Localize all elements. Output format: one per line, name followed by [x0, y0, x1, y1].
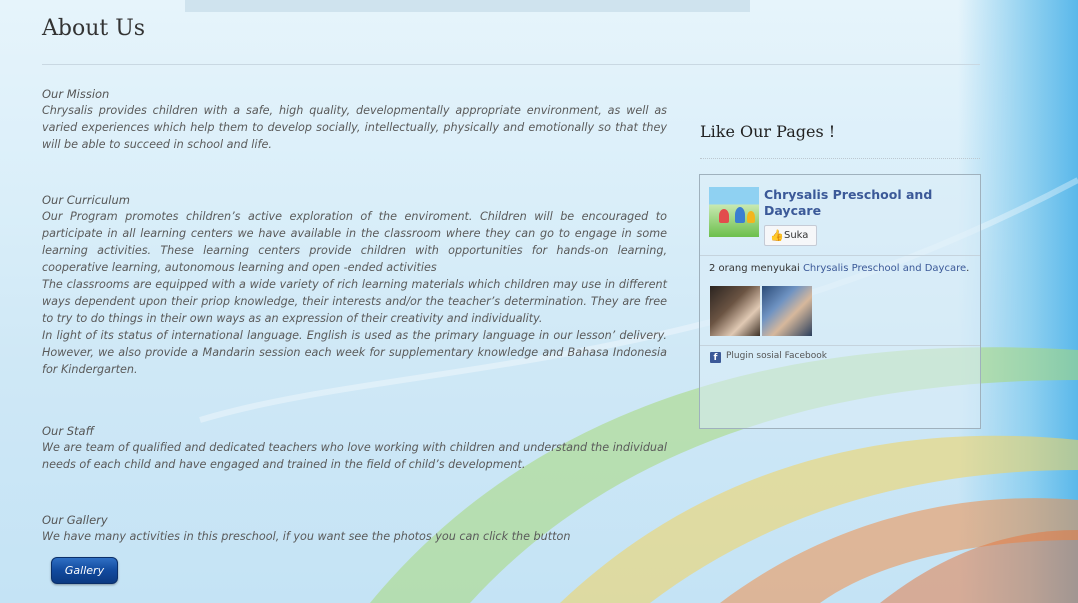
section-staff: Our Staff We are team of qualified and d…	[42, 424, 667, 473]
page-logo[interactable]	[709, 187, 759, 237]
section-body: Chrysalis provides children with a safe,…	[42, 104, 667, 151]
title-divider	[42, 64, 980, 65]
like-button-label: Suka	[784, 230, 809, 241]
section-body: Our Program promotes children’s active e…	[42, 210, 667, 274]
fan-avatar[interactable]	[762, 286, 812, 336]
thumbs-up-icon: 👍	[770, 229, 784, 242]
section-mission: Our Mission Chrysalis provides children …	[42, 87, 667, 153]
facebook-page-header: Chrysalis Preschool and Daycare 👍 Suka	[709, 187, 971, 249]
section-body-3: In light of its status of international …	[42, 329, 667, 376]
top-strip	[185, 0, 750, 12]
facebook-icon: f	[710, 352, 721, 363]
section-heading: Our Mission	[42, 87, 110, 101]
section-curriculum: Our Curriculum Our Program promotes chil…	[42, 193, 667, 378]
section-body: We have many activities in this preschoo…	[42, 530, 571, 543]
section-heading: Our Curriculum	[42, 193, 130, 207]
facebook-plugin-footer[interactable]: f Plugin sosial Facebook	[710, 351, 827, 363]
section-body-2: The classrooms are equipped with a wide …	[42, 278, 667, 325]
divider	[700, 345, 980, 346]
page-title: About Us	[42, 16, 146, 41]
section-heading: Our Gallery	[42, 513, 108, 527]
section-heading: Our Staff	[42, 424, 94, 438]
like-count-prefix: 2 orang menyukai	[709, 263, 803, 274]
like-count-page-link[interactable]: Chrysalis Preschool and Daycare	[803, 263, 966, 274]
facebook-like-box: Chrysalis Preschool and Daycare 👍 Suka 2…	[699, 174, 981, 429]
like-count-suffix: .	[966, 263, 970, 274]
section-body: We are team of qualified and dedicated t…	[42, 441, 667, 471]
sidebar-title: Like Our Pages !	[700, 122, 836, 141]
like-button[interactable]: 👍 Suka	[764, 225, 817, 246]
like-count-text: 2 orang menyukai Chrysalis Preschool and…	[709, 263, 969, 274]
divider	[700, 255, 980, 256]
plugin-label: Plugin sosial Facebook	[726, 351, 827, 361]
facebook-page-link[interactable]: Chrysalis Preschool and Daycare	[764, 187, 964, 219]
gallery-button[interactable]: Gallery	[51, 557, 118, 584]
sidebar-divider	[700, 158, 980, 159]
section-gallery: Our Gallery We have many activities in t…	[42, 513, 667, 545]
fan-avatar[interactable]	[710, 286, 760, 336]
